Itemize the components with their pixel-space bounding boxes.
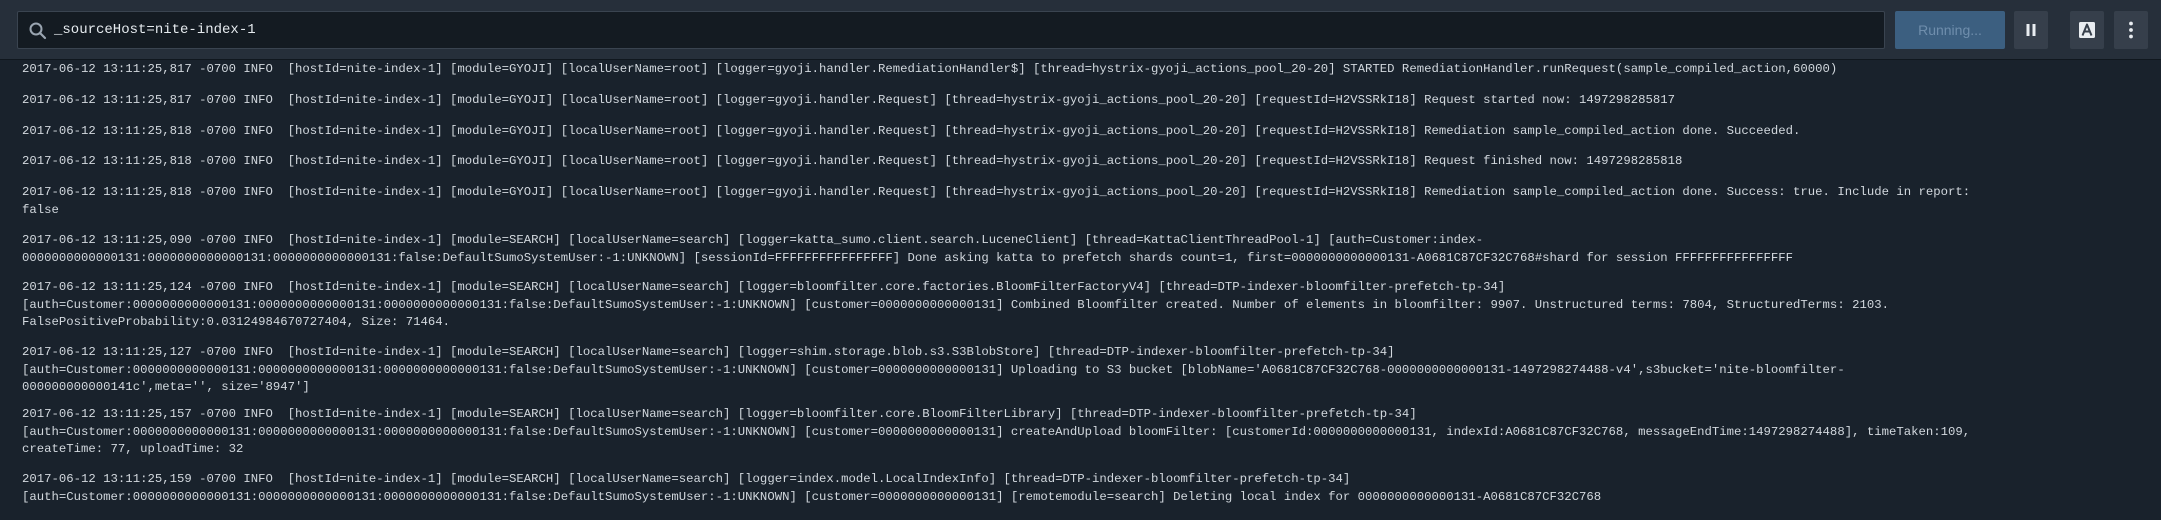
font-style-button[interactable] xyxy=(2070,11,2104,49)
log-entry: 2017-06-12 13:11:25,818 -0700 INFO [host… xyxy=(22,185,1971,217)
more-options-button[interactable] xyxy=(2114,11,2148,49)
log-entry: 2017-06-12 13:11:25,090 -0700 INFO [host… xyxy=(22,233,1794,265)
log-entry: 2017-06-12 13:11:25,818 -0700 INFO [host… xyxy=(22,124,1801,138)
log-entry: 2017-06-12 13:11:25,157 -0700 INFO [host… xyxy=(22,407,1971,456)
pause-icon xyxy=(2026,24,2036,36)
vertical-dots-icon xyxy=(2129,21,2133,39)
search-input[interactable]: _sourceHost=nite-index-1 xyxy=(17,11,1885,49)
toolbar: _sourceHost=nite-index-1 Running... xyxy=(0,0,2161,60)
search-query: _sourceHost=nite-index-1 xyxy=(54,22,256,38)
log-entry: 2017-06-12 13:11:25,159 -0700 INFO [host… xyxy=(22,472,1602,504)
log-entry: 2017-06-12 13:11:25,127 -0700 INFO [host… xyxy=(22,345,1845,394)
log-entry: 2017-06-12 13:11:25,124 -0700 INFO [host… xyxy=(22,280,1889,329)
running-button[interactable]: Running... xyxy=(1895,11,2005,49)
log-entry: 2017-06-12 13:11:25,817 -0700 INFO [host… xyxy=(22,93,1675,107)
font-letter-icon xyxy=(2079,22,2095,38)
search-icon xyxy=(29,22,47,40)
pause-button[interactable] xyxy=(2014,11,2048,49)
log-stream[interactable]: 2017-06-12 13:11:25,817 -0700 INFO [host… xyxy=(0,61,2161,520)
log-entry: 2017-06-12 13:11:25,817 -0700 INFO [host… xyxy=(22,62,1838,76)
log-entry: 2017-06-12 13:11:25,818 -0700 INFO [host… xyxy=(22,154,1683,168)
